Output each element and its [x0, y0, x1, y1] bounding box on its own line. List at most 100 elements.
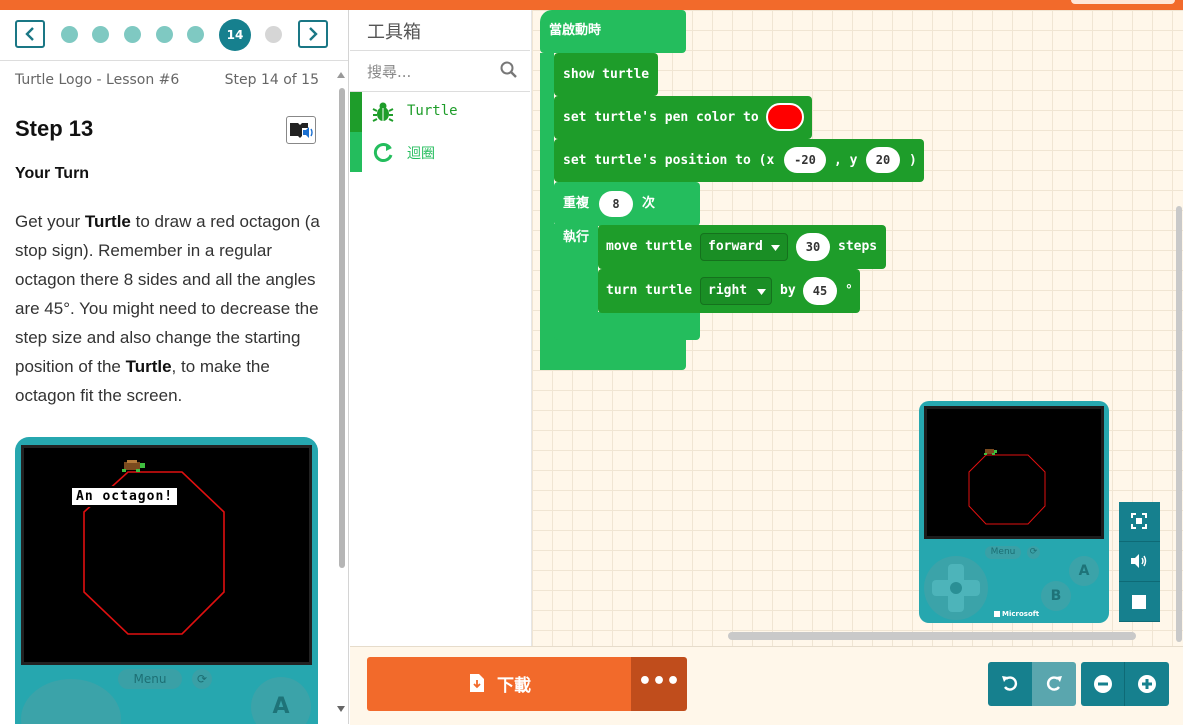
step-subtitle: Your Turn [15, 165, 90, 182]
loop-icon [373, 143, 393, 162]
top-tab-handle [1071, 0, 1175, 4]
x-value-input[interactable]: -20 [784, 147, 826, 173]
move-direction-dropdown[interactable]: forward [700, 233, 788, 261]
fullscreen-icon [1131, 513, 1147, 529]
mute-button[interactable] [1119, 542, 1160, 582]
dropdown-value: right [708, 283, 748, 298]
repeat-count-input[interactable]: 8 [599, 191, 633, 217]
refresh-icon: ⟳ [192, 669, 212, 689]
refresh-icon[interactable]: ⟳ [1027, 546, 1040, 559]
file-download-icon [470, 674, 484, 692]
simulator-a-button[interactable]: A [1069, 556, 1099, 586]
microsoft-logo-icon [994, 611, 1000, 617]
set-pen-color-block[interactable]: set turtle's pen color to [554, 96, 812, 139]
example-device-image: An octagon! Menu ⟳ A [15, 437, 318, 724]
step-dot[interactable] [265, 26, 282, 43]
undo-icon [1002, 676, 1018, 691]
repeat-footer [554, 312, 700, 340]
download-label: 下載 [497, 676, 531, 696]
block-label: ) [909, 153, 917, 168]
instruction-bold: Turtle [84, 212, 131, 231]
step-dot[interactable] [92, 26, 109, 43]
dpad-icon[interactable] [924, 556, 988, 620]
tutorial-scrollbar[interactable] [337, 70, 346, 724]
book-speaker-icon [290, 123, 313, 138]
device-a-label: A [251, 677, 311, 724]
step-dot[interactable] [61, 26, 78, 43]
simulator-menu-button[interactable]: Menu [985, 546, 1021, 559]
toolbox-title: 工具箱 [367, 22, 421, 43]
instruction-text: to draw a red octagon (a stop sign). Rem… [15, 212, 320, 376]
step-dot[interactable] [156, 26, 173, 43]
search-input[interactable]: 搜尋... [367, 61, 411, 82]
stop-icon [1132, 595, 1146, 609]
step-navigation: 14 [0, 10, 348, 61]
dpad-cross [932, 564, 980, 612]
chevron-left-icon [25, 27, 34, 41]
repeat-block[interactable]: 重複 8 次 [554, 182, 700, 226]
current-step-dot[interactable]: 14 [219, 19, 251, 51]
read-aloud-button[interactable] [286, 116, 316, 144]
search-icon[interactable] [500, 61, 518, 79]
turn-direction-dropdown[interactable]: right [700, 277, 772, 305]
instruction-text: Get your [15, 212, 85, 231]
category-label: Turtle [407, 103, 458, 119]
block-label: , y [834, 153, 858, 168]
block-label: move turtle [606, 239, 693, 254]
simulator-b-button[interactable]: B [1041, 581, 1071, 611]
speaker-icon [1131, 554, 1147, 568]
block-label: by [780, 283, 796, 298]
blocks-workspace[interactable]: 當啟動時 show turtle set turtle's pen color … [532, 10, 1183, 646]
redo-button[interactable] [1032, 662, 1076, 706]
show-turtle-block[interactable]: show turtle [554, 53, 658, 96]
turn-angle-input[interactable]: 45 [803, 277, 837, 305]
pen-color-picker[interactable] [766, 103, 804, 131]
on-start-footer [540, 340, 686, 370]
step-dot[interactable] [124, 26, 141, 43]
y-value-input[interactable]: 20 [866, 147, 900, 173]
zoom-in-button[interactable] [1125, 662, 1169, 706]
scroll-up-icon[interactable] [337, 72, 345, 78]
next-step-button[interactable] [298, 20, 328, 48]
step-dot[interactable] [187, 26, 204, 43]
more-options-button[interactable]: ••• [631, 657, 687, 711]
block-label: steps [838, 239, 878, 254]
brand-label: Microsoft [1002, 610, 1040, 618]
previous-step-button[interactable] [15, 20, 45, 48]
scroll-down-icon[interactable] [337, 706, 345, 712]
undo-button[interactable] [988, 662, 1032, 706]
on-start-block[interactable]: 當啟動時 [540, 10, 686, 53]
toolbox-search[interactable]: 搜尋... [350, 50, 530, 92]
turn-turtle-block[interactable]: turn turtle right by 45 ° [598, 269, 860, 313]
simulator-screen[interactable] [924, 406, 1104, 539]
zoom-out-icon [1094, 675, 1112, 693]
move-steps-input[interactable]: 30 [796, 233, 830, 261]
chevron-right-icon [309, 27, 318, 41]
category-label: 迴圈 [407, 146, 435, 162]
bug-icon [372, 102, 394, 122]
stop-button[interactable] [1119, 582, 1160, 622]
block-label: turn turtle [606, 283, 693, 298]
game-simulator[interactable]: Menu ⟳ A B Microsoft [919, 401, 1109, 623]
redo-icon [1046, 676, 1062, 691]
category-color-bar [350, 92, 362, 132]
workspace-horizontal-scrollbar[interactable] [728, 632, 1136, 640]
toolbox: 工具箱 搜尋... Turtle 迴圈 [350, 10, 532, 646]
step-title: Step 13 [15, 116, 94, 141]
device-menu-label: Menu [118, 669, 182, 689]
move-turtle-block[interactable]: move turtle forward 30 steps [598, 225, 886, 269]
octagon-drawing [83, 460, 225, 635]
category-turtle[interactable]: Turtle [350, 92, 530, 132]
block-label: set turtle's pen color to [563, 110, 759, 125]
workspace-vertical-scrollbar[interactable] [1176, 206, 1182, 642]
download-button[interactable]: 下載 [367, 657, 631, 711]
fullscreen-button[interactable] [1119, 502, 1160, 542]
microsoft-logo: Microsoft [994, 610, 1039, 618]
bottom-toolbar: 下載 ••• [350, 646, 1183, 725]
block-label: ° [845, 283, 853, 298]
set-position-block[interactable]: set turtle's position to (x -20 , y 20 ) [554, 139, 924, 182]
category-loops[interactable]: 迴圈 [350, 132, 530, 172]
block-label: set turtle's position to (x [563, 153, 775, 168]
scroll-thumb[interactable] [339, 88, 345, 568]
zoom-out-button[interactable] [1081, 662, 1125, 706]
